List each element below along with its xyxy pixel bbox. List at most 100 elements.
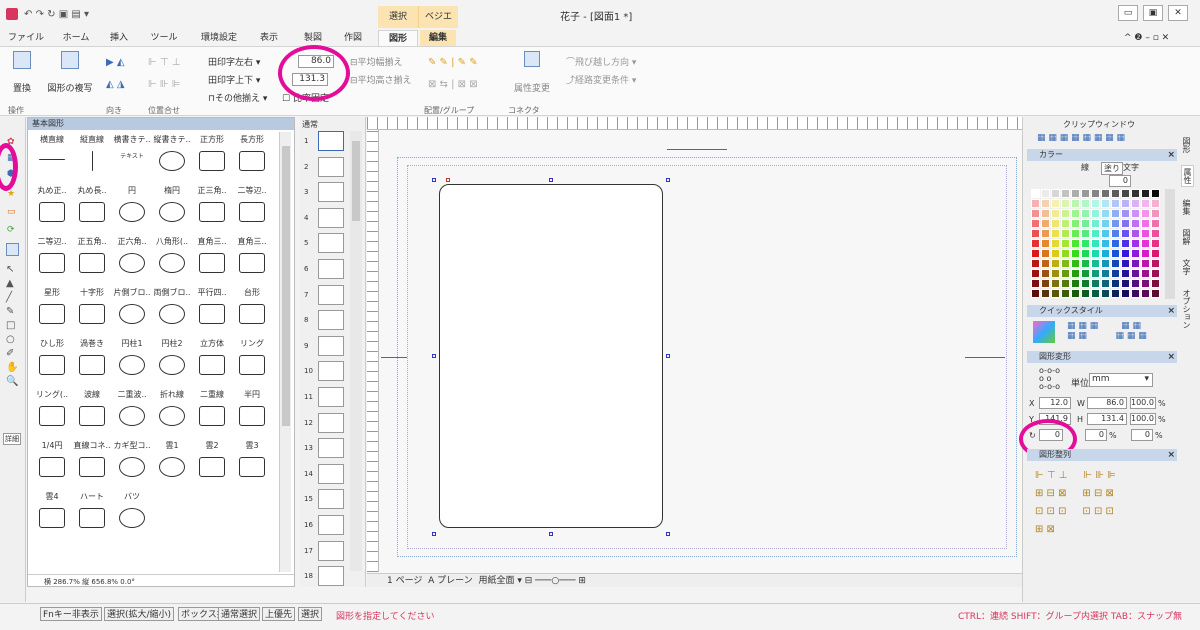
page-thumbnail[interactable] <box>318 515 344 535</box>
color-swatch[interactable] <box>1131 249 1140 258</box>
shape-item[interactable]: 1/4円 <box>32 440 72 490</box>
color-swatch[interactable] <box>1051 249 1060 258</box>
color-swatch[interactable] <box>1031 259 1040 268</box>
tab-edit[interactable]: 編集 <box>420 30 456 46</box>
redo-icon[interactable]: ↷ <box>36 9 44 20</box>
shape-item[interactable]: 正六角.. <box>112 236 152 286</box>
page-thumbnail[interactable] <box>318 131 344 151</box>
undo-icon[interactable]: ↶ <box>24 9 32 20</box>
select-button[interactable]: 選択 <box>298 607 323 621</box>
color-swatch[interactable] <box>1111 279 1120 288</box>
selection-handle[interactable] <box>432 532 436 536</box>
color-swatch[interactable] <box>1081 269 1090 278</box>
tab-file[interactable]: ファイル <box>6 30 46 46</box>
shape-item[interactable]: 丸め正.. <box>32 185 72 235</box>
color-swatch[interactable] <box>1091 199 1100 208</box>
color-swatch[interactable] <box>1061 229 1070 238</box>
close-icon[interactable]: × <box>1167 149 1175 161</box>
close-icon[interactable]: × <box>1167 351 1175 363</box>
color-swatch[interactable] <box>1081 209 1090 218</box>
shape-item[interactable]: 円柱2 <box>152 338 192 388</box>
shape-item[interactable]: 楕円 <box>152 185 192 235</box>
select-scale-button[interactable]: 選択(拡大/縮小) <box>104 607 175 621</box>
color-swatch[interactable] <box>1061 289 1070 298</box>
shape-item[interactable]: 星形 <box>32 287 72 337</box>
color-swatch[interactable] <box>1071 269 1080 278</box>
side-tab[interactable]: 属性 <box>1181 165 1194 187</box>
color-swatch[interactable] <box>1071 279 1080 288</box>
color-swatch[interactable] <box>1111 259 1120 268</box>
color-swatch[interactable] <box>1141 259 1150 268</box>
page-thumbnail[interactable] <box>318 387 344 407</box>
color-swatch[interactable] <box>1101 189 1110 198</box>
color-swatch[interactable] <box>1061 199 1070 208</box>
shape-item[interactable]: 二等辺.. <box>232 185 272 235</box>
duplicate-button[interactable]: 図形の複写 <box>44 51 96 94</box>
color-swatch[interactable] <box>1071 189 1080 198</box>
side-tab[interactable]: オプション <box>1181 287 1192 331</box>
page-thumbnail[interactable] <box>318 463 344 484</box>
shape-item[interactable]: 円 <box>112 185 152 235</box>
color-swatch[interactable] <box>1151 219 1160 228</box>
page-thumbnail[interactable] <box>318 310 344 331</box>
quick-style-buttons[interactable]: ▦ ▦ ▦ ▦ ▦ ▦ ▦ ▦ ▦ ▦ <box>1067 321 1147 341</box>
shape-item[interactable]: 渦巻き <box>72 338 112 388</box>
app-icon[interactable] <box>6 8 18 20</box>
color-swatch[interactable] <box>1131 189 1140 198</box>
color-swatch[interactable] <box>1031 269 1040 278</box>
color-swatch[interactable] <box>1081 199 1090 208</box>
color-swatch[interactable] <box>1121 239 1130 248</box>
page-thumbnail[interactable] <box>318 233 344 254</box>
color-swatch[interactable] <box>1061 219 1070 228</box>
unit-select[interactable]: mm ▾ <box>1089 373 1153 387</box>
color-swatch[interactable] <box>1101 279 1110 288</box>
refresh-icon[interactable]: ↻ <box>47 9 55 20</box>
save-icon[interactable]: ▣ <box>59 9 68 20</box>
shape-category-5-icon[interactable]: ▭ <box>7 207 16 217</box>
color-swatch[interactable] <box>1101 289 1110 298</box>
shape-item[interactable]: 二重線 <box>192 389 232 439</box>
selection-handle[interactable] <box>666 354 670 358</box>
color-swatch[interactable] <box>1111 269 1120 278</box>
tab-view[interactable]: 表示 <box>254 30 284 46</box>
page-thumbnail[interactable] <box>318 361 344 382</box>
color-swatch[interactable] <box>1141 229 1150 238</box>
shape-item[interactable]: リング(.. <box>32 389 72 439</box>
color-swatch[interactable] <box>1121 249 1130 258</box>
shape-item[interactable]: 直線コネ.. <box>72 440 112 490</box>
color-swatch[interactable] <box>1151 249 1160 258</box>
color-swatch[interactable] <box>1121 209 1130 218</box>
color-swatch[interactable] <box>1101 199 1110 208</box>
selection-handle[interactable] <box>549 532 553 536</box>
color-swatch[interactable] <box>1071 289 1080 298</box>
color-swatch[interactable] <box>1091 239 1100 248</box>
drawing-canvas[interactable]: 1 ページ A プレーン 用紙全面 ▾ ⊟ ───○─── ⊞ <box>367 117 1022 587</box>
color-swatch[interactable] <box>1141 289 1150 298</box>
tab-shape[interactable]: 図形 <box>378 30 418 46</box>
shape-item[interactable]: 雲4 <box>32 491 72 541</box>
color-swatch[interactable] <box>1081 289 1090 298</box>
thumbs-scroll-thumb[interactable] <box>352 141 360 221</box>
color-swatch[interactable] <box>1051 219 1060 228</box>
jump-direction[interactable]: ⌒飛び越し方向 ▾ <box>566 55 636 68</box>
tab-insert[interactable]: 挿入 <box>104 30 134 46</box>
color-swatch[interactable] <box>1121 199 1130 208</box>
color-swatch[interactable] <box>1151 279 1160 288</box>
skew-x-input[interactable]: 0 <box>1085 429 1107 441</box>
color-swatch[interactable] <box>1051 229 1060 238</box>
color-swatch[interactable] <box>1151 229 1160 238</box>
selection-handle[interactable] <box>432 354 436 358</box>
color-swatch[interactable] <box>1151 199 1160 208</box>
shape-item[interactable]: 直角三.. <box>232 236 272 286</box>
color-swatch[interactable] <box>1051 269 1060 278</box>
top-priority-button[interactable]: 上優先 <box>262 607 296 621</box>
shape-item[interactable]: 片側ブロ.. <box>112 287 152 337</box>
shape-item[interactable]: カギ型コ.. <box>112 440 152 490</box>
shape-item[interactable]: 雲1 <box>152 440 192 490</box>
color-swatch[interactable] <box>1111 219 1120 228</box>
color-swatch[interactable] <box>1031 239 1040 248</box>
color-swatch[interactable] <box>1031 209 1040 218</box>
position-icons[interactable]: ⊩ ⊤ ⊥ ⊩ ⊪ ⊫ <box>148 57 181 90</box>
color-swatch[interactable] <box>1131 199 1140 208</box>
shape-item[interactable]: 正五角.. <box>72 236 112 286</box>
